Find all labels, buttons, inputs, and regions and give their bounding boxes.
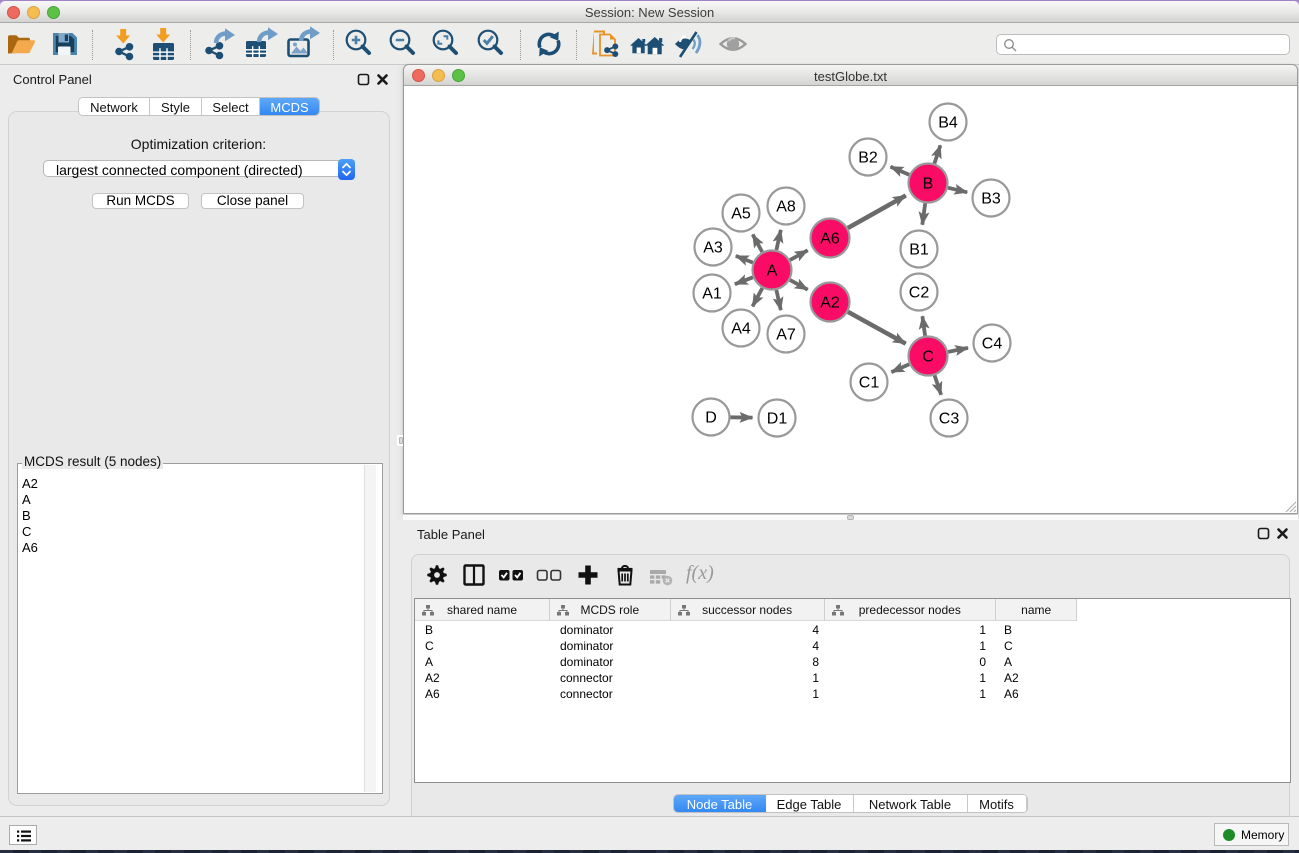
svg-text:C4: C4 [982, 336, 1003, 353]
svg-text:A3: A3 [703, 240, 723, 257]
svg-text:B: B [923, 176, 934, 193]
svg-text:D1: D1 [767, 411, 788, 428]
svg-text:A6: A6 [820, 231, 840, 248]
svg-text:D: D [705, 410, 717, 427]
svg-text:C: C [922, 349, 934, 366]
svg-text:A8: A8 [776, 199, 796, 216]
svg-text:C2: C2 [909, 285, 930, 302]
svg-text:A5: A5 [731, 206, 751, 223]
svg-text:A4: A4 [731, 321, 751, 338]
svg-text:A1: A1 [702, 286, 722, 303]
svg-text:B1: B1 [909, 242, 929, 259]
svg-text:B3: B3 [981, 191, 1001, 208]
svg-text:A7: A7 [776, 327, 796, 344]
svg-text:B4: B4 [938, 115, 958, 132]
svg-text:A: A [767, 263, 778, 280]
svg-text:A2: A2 [820, 295, 840, 312]
svg-text:B2: B2 [858, 150, 878, 167]
svg-text:C3: C3 [939, 411, 960, 428]
svg-text:C1: C1 [859, 375, 880, 392]
